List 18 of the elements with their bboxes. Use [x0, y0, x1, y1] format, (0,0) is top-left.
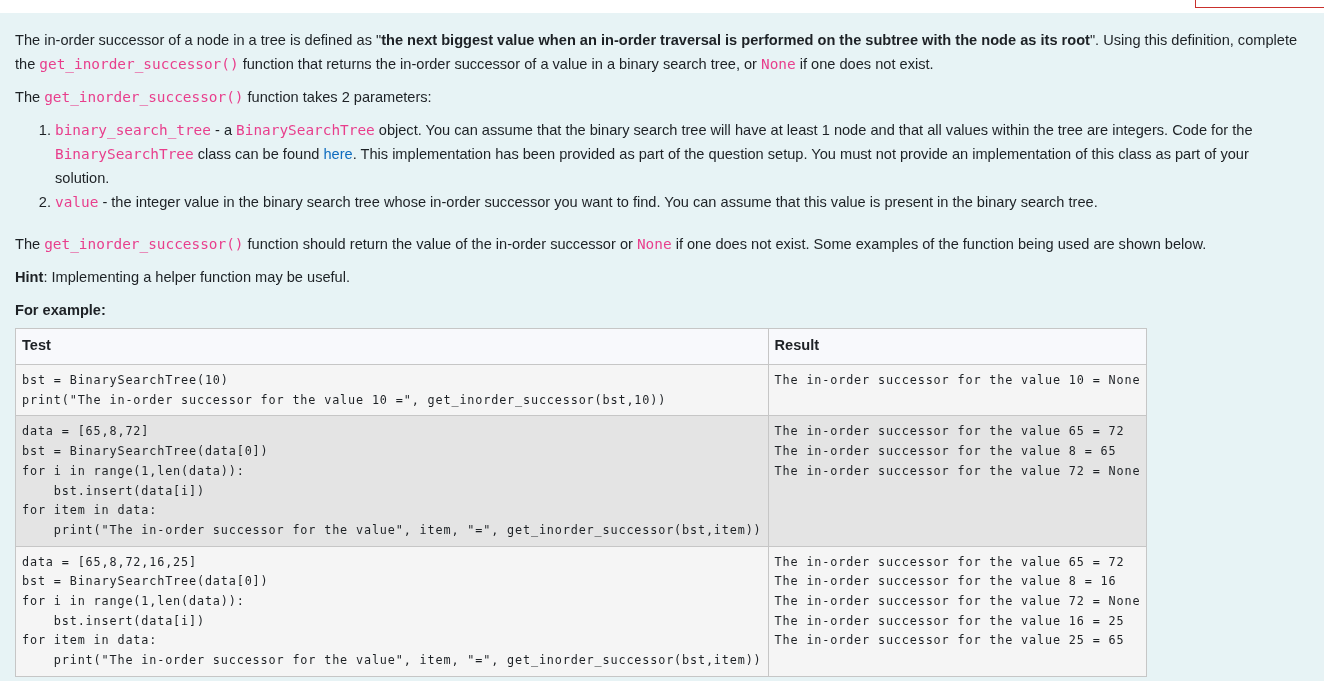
list-item-text: value - the integer value in the binary search tree whose in-order successor you want to find. You can assume that this value is present in the binary search tree. — [55, 193, 1099, 212]
paragraph: The in-order successor of a node in a tree is defined as "the next biggest value when an in-order traversal is performed on the subtree with the node as its root". Using this definition, complete the get_inorder_successor() function that returns the in-order successor of a value in a binary search tree, or None if one does not exist. — [15, 31, 1299, 75]
link[interactable]: here — [323, 146, 353, 162]
column-header: Result — [768, 328, 1147, 365]
table-cell: bst = BinarySearchTree(10) print("The in-order successor for the value 10 =", get_inorder_successor(bst,10)) — [15, 364, 769, 416]
hint-text: Hint: Implementing a helper function may be useful. — [15, 268, 351, 287]
paragraph: The get_inorder_successor() function takes 2 parameters: — [15, 88, 433, 108]
table-cell: The in-order successor for the value 65 = 72 The in-order successor for the value 8 = 16 The in-order successor for the value 72 = None The in-order successor for the value 16 = 25 The in-order successor for the value 25 = 65 — [768, 546, 1147, 677]
column-header: Test — [15, 328, 769, 365]
table-cell: data = [65,8,72] bst = BinarySearchTree(data[0]) for i in range(1,len(data)): bst.insert(data[i]) for item in data: print("The in-order successor for the value", item, "=", get_inorder_successor(bst,item)) — [15, 415, 769, 547]
table-cell: The in-order successor for the value 65 = 72 The in-order successor for the value 8 = 65 The in-order successor for the value 72 = None — [768, 415, 1147, 547]
paragraph: The get_inorder_successor() function should return the value of the in-order successor or None if one does not exist. Some examples of the function being used are shown below. — [15, 235, 1208, 255]
list-number: 1. — [37, 121, 52, 140]
table-cell: data = [65,8,72,16,25] bst = BinarySearchTree(data[0]) for i in range(1,len(data)): bst.insert(data[i]) for item in data: print("The in-order successor for the value", item, "=", get_inorder_successor(bst,item)) — [15, 546, 769, 677]
list-item-text: binary_search_tree - a BinarySearchTree object. You can assume that the binary search tree will have at least 1 node and that all values within the tree are integers. Code for the BinarySearchTree class can be found here. This implementation has been provided as part of the question setup. You must not provide an implementation of this class as part of your solution. — [55, 121, 1254, 188]
table-cell: The in-order successor for the value 10 = None — [768, 364, 1147, 416]
list-number: 2. — [37, 193, 52, 212]
example-heading: For example: — [15, 301, 107, 320]
